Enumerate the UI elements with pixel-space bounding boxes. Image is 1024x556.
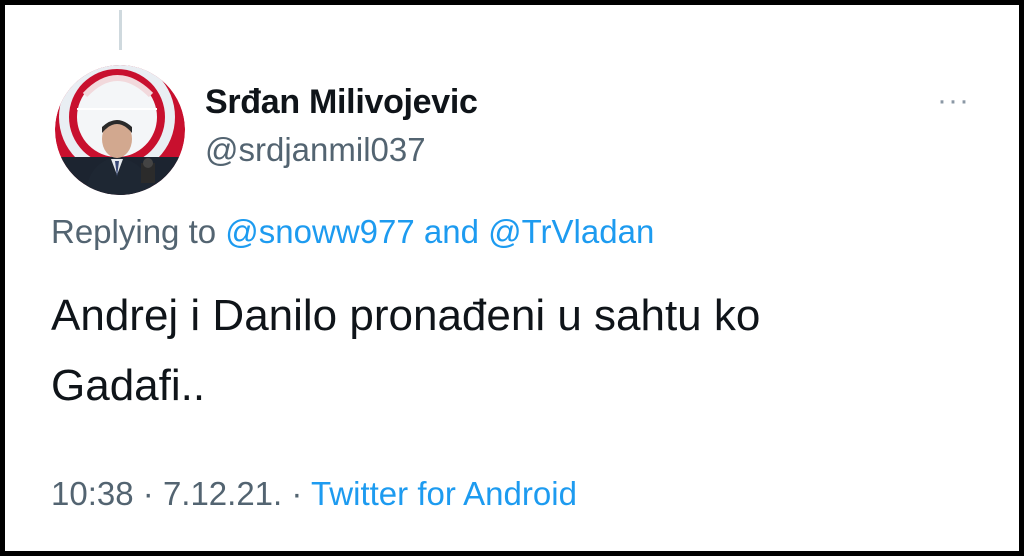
tweet-card: Srđan Milivojevic @srdjanmil037 ··· Repl… (0, 0, 1024, 556)
tweet-date[interactable]: 7.12.21. (163, 475, 282, 512)
replying-to-label: Replying to (51, 213, 217, 250)
tweet-text-line-1: Andrej i Danilo pronađeni u sahtu ko (51, 291, 761, 340)
tweet-body: Andrej i Danilo pronađeni u sahtu ko Gad… (51, 281, 951, 421)
thread-connector-line (119, 10, 122, 50)
tweet-time[interactable]: 10:38 (51, 475, 134, 512)
tweet-source[interactable]: Twitter for Android (311, 475, 577, 512)
meta-separator: · (142, 475, 154, 512)
more-options-icon[interactable]: ··· (937, 86, 970, 116)
reply-connector: and (423, 213, 479, 250)
author-display-name[interactable]: Srđan Milivojevic (205, 83, 478, 122)
tweet-text-line-2: Gadafi.. (51, 361, 206, 410)
author-handle[interactable]: @srdjanmil037 (205, 131, 426, 169)
avatar[interactable] (55, 65, 185, 195)
tweet-meta: 10:38 · 7.12.21. · Twitter for Android (51, 475, 577, 513)
reply-mention-snoww977[interactable]: @snoww977 (225, 213, 414, 250)
avatar-photo (55, 65, 185, 195)
replying-to-line: Replying to @snoww977 and @TrVladan (51, 213, 654, 251)
reply-mention-trvladan[interactable]: @TrVladan (488, 213, 654, 250)
meta-separator: · (291, 475, 303, 512)
